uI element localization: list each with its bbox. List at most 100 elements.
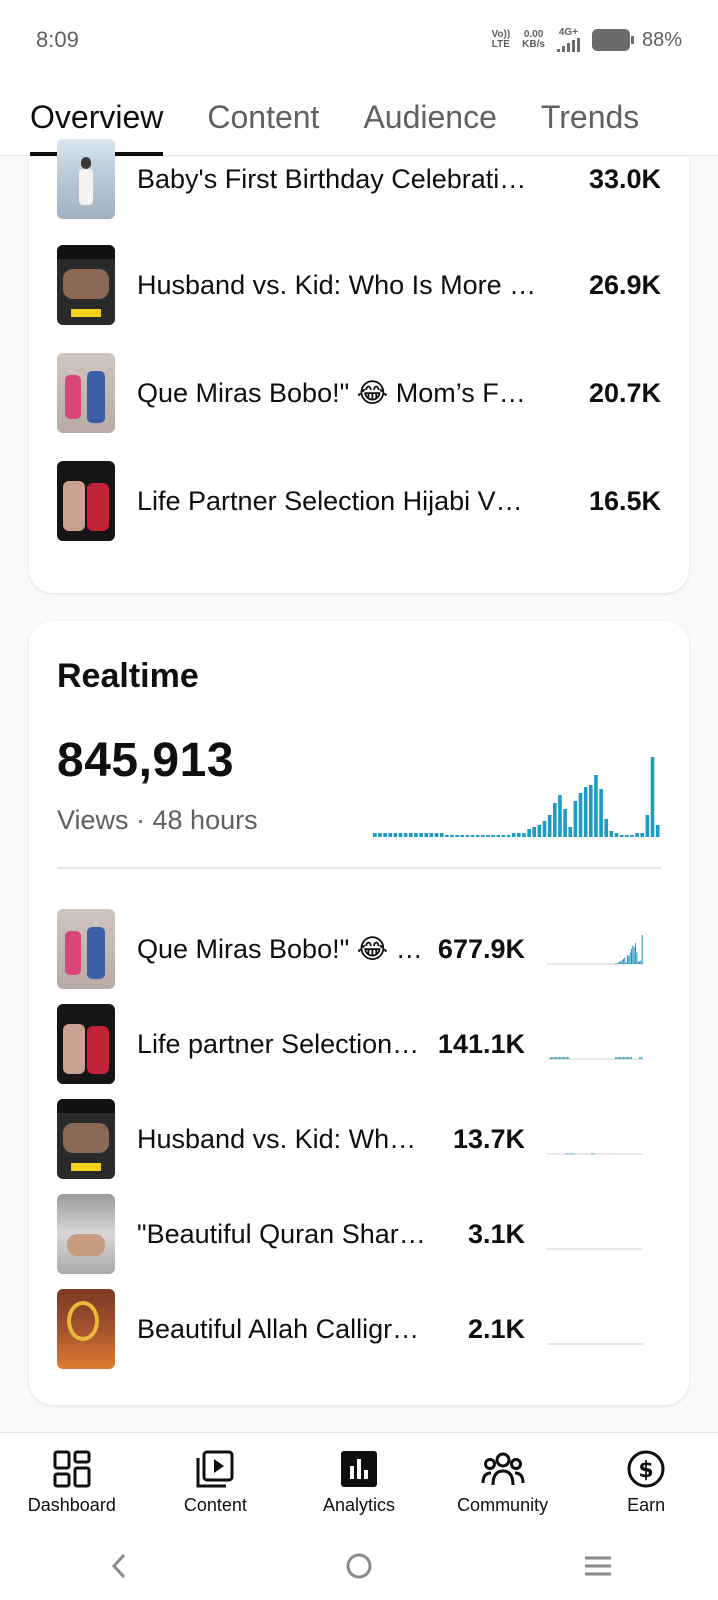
list-item[interactable]: Life Partner Selection Hijabi V… 16.5K: [57, 461, 661, 541]
trend-bar: [625, 962, 627, 964]
trend-bar: [567, 1153, 568, 1155]
view-count: 33.0K: [588, 163, 661, 194]
trend-bar: [559, 1057, 560, 1059]
nav-label: Earn: [627, 1495, 666, 1515]
mini-trend-chart: [547, 935, 643, 965]
trend-bar: [627, 1057, 628, 1059]
community-icon: [481, 1452, 525, 1486]
list-item[interactable]: Husband vs. Kid: Wh… 13.7K: [57, 1099, 661, 1179]
trend-bar: [623, 958, 624, 964]
trend-bar: [631, 1057, 632, 1059]
realtime-bar: [450, 835, 454, 837]
video-thumbnail: [57, 139, 115, 219]
nav-dashboard[interactable]: Dashboard: [2, 1449, 142, 1516]
realtime-bar: [373, 833, 377, 837]
video-title: "Beautiful Quran Shar…: [137, 1218, 426, 1249]
realtime-bar: [475, 835, 480, 837]
trend-bar: [619, 961, 620, 964]
trend-bar: [615, 963, 616, 965]
realtime-bar: [481, 835, 485, 837]
trend-bar: [553, 1057, 555, 1059]
realtime-bar-chart: [373, 757, 660, 837]
trend-bar: [620, 1057, 622, 1059]
realtime-bar: [409, 833, 413, 837]
view-count: 16.5K: [588, 485, 661, 516]
home-icon[interactable]: [344, 1551, 374, 1581]
realtime-bar: [645, 815, 650, 837]
video-title: Life Partner Selection Hijabi V…: [137, 485, 523, 516]
nav-analytics[interactable]: Analytics: [289, 1449, 429, 1516]
mini-trend-chart: [547, 1057, 643, 1060]
svg-text:$: $: [639, 1458, 654, 1483]
trend-bar: [617, 962, 619, 964]
list-item[interactable]: Husband vs. Kid: Who Is More … 26.9K: [57, 245, 661, 325]
realtime-bar: [547, 815, 552, 837]
trend-bar: [564, 1057, 566, 1059]
trend-bar: [568, 1057, 570, 1059]
realtime-title: Realtime: [57, 657, 199, 695]
nav-earn[interactable]: $ Earn: [576, 1449, 716, 1516]
menu-icon[interactable]: [583, 1551, 613, 1581]
mini-trend-chart: [547, 1343, 643, 1345]
realtime-bar: [383, 833, 387, 837]
realtime-bar: [640, 833, 645, 837]
video-title: Que Miras Bobo!" 😂 Mom’s F…: [137, 377, 526, 408]
view-count: 13.7K: [452, 1123, 525, 1154]
realtime-card[interactable]: Realtime 845,913 Views · 48 hours Que Mi…: [29, 621, 689, 1405]
realtime-bar: [578, 793, 583, 837]
realtime-bar: [378, 833, 382, 837]
nav-content[interactable]: Content: [145, 1449, 285, 1516]
trend-bar: [592, 1153, 594, 1155]
list-item[interactable]: "Beautiful Quran Shar… 3.1K: [57, 1194, 661, 1274]
list-item[interactable]: Life partner Selection… 141.1K: [57, 1004, 661, 1084]
network-speed: 0.00 KB/s: [522, 29, 545, 50]
trend-bar: [636, 952, 638, 964]
realtime-bar: [511, 833, 516, 837]
battery-icon: [591, 29, 634, 51]
trend-bar: [567, 1057, 568, 1059]
trend-bar: [568, 1153, 570, 1155]
realtime-bar: [414, 833, 418, 837]
realtime-bar: [599, 789, 603, 837]
view-count: 141.1K: [437, 1028, 525, 1059]
mini-trend-chart: [547, 1153, 643, 1155]
realtime-bar: [527, 829, 531, 837]
analytics-icon: [340, 1451, 377, 1487]
trend-bar: [641, 1057, 643, 1059]
realtime-bar: [429, 833, 434, 837]
video-title: Que Miras Bobo!" 😂 …: [137, 933, 423, 964]
video-thumbnail: [57, 353, 115, 433]
back-icon[interactable]: [105, 1551, 135, 1581]
realtime-bar: [445, 835, 449, 837]
video-thumbnail: [57, 245, 115, 325]
nav-community[interactable]: Community: [433, 1449, 573, 1516]
trend-bar: [615, 1057, 616, 1059]
trend-bar: [627, 955, 628, 964]
list-item[interactable]: Que Miras Bobo!" 😂 … 677.9K: [57, 909, 661, 989]
trend-bar: [624, 1057, 626, 1059]
realtime-bar: [398, 833, 403, 837]
video-thumbnail: [57, 1289, 115, 1369]
realtime-bar: [501, 835, 506, 837]
list-item[interactable]: Baby's First Birthday Celebrati… 33.0K: [57, 139, 661, 219]
list-item[interactable]: Que Miras Bobo!" 😂 Mom’s F… 20.7K: [57, 353, 661, 433]
trend-bar: [616, 1057, 618, 1059]
video-thumbnail: [57, 461, 115, 541]
video-title: Husband vs. Kid: Wh…: [137, 1123, 417, 1154]
trend-bar: [639, 961, 640, 964]
list-item[interactable]: Beautiful Allah Calligr… 2.1K: [57, 1289, 661, 1369]
trend-bar: [632, 945, 634, 964]
trend-bar: [557, 1057, 559, 1059]
video-title: Husband vs. Kid: Who Is More …: [137, 269, 537, 300]
realtime-bar: [419, 833, 423, 837]
realtime-bar: [439, 833, 444, 837]
realtime-bar: [589, 785, 593, 837]
realtime-bar: [558, 795, 562, 837]
video-thumbnail: [57, 1004, 115, 1084]
trend-bar: [629, 952, 631, 964]
volte-indicator: Vo)) LTE: [491, 29, 511, 50]
realtime-bar: [424, 833, 429, 837]
trend-bar: [617, 1057, 619, 1059]
trend-bar: [549, 1057, 551, 1059]
realtime-bar: [393, 833, 398, 837]
